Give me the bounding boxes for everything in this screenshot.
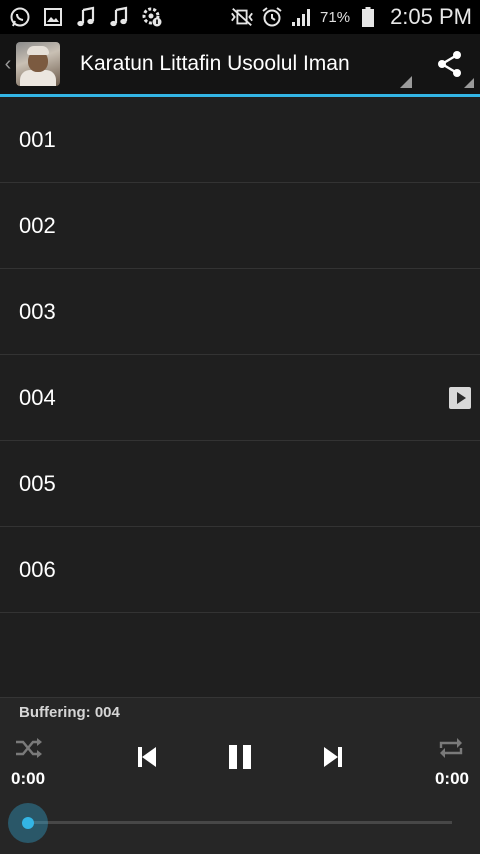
music-note-icon	[107, 5, 131, 29]
screen: 71% 2:05 PM ‹ Karatun Littafin Usoolul I…	[0, 0, 480, 854]
app-icon[interactable]	[16, 42, 60, 86]
settings-notification-icon	[140, 5, 164, 29]
seek-thumb-dot	[22, 817, 34, 829]
repeat-icon	[439, 738, 463, 758]
mute-vibrate-icon	[230, 5, 254, 29]
pause-button[interactable]	[224, 740, 256, 774]
image-icon	[41, 5, 65, 29]
repeat-button[interactable]	[436, 736, 466, 760]
list-item[interactable]: 001	[0, 97, 480, 183]
page-title: Karatun Littafin Usoolul Iman	[80, 52, 350, 75]
whatsapp-icon	[8, 5, 32, 29]
list-item[interactable]: 003	[0, 269, 480, 355]
track-label: 004	[19, 384, 56, 410]
seek-thumb[interactable]	[8, 803, 48, 843]
play-triangle	[456, 392, 466, 404]
list-item[interactable]: 004	[0, 355, 480, 441]
action-bar: ‹ Karatun Littafin Usoolul Iman	[0, 34, 480, 94]
spinner-indicator-icon	[400, 76, 412, 88]
previous-button[interactable]	[132, 742, 162, 772]
previous-icon	[138, 747, 156, 767]
track-label: 003	[19, 298, 56, 324]
back-chevron-icon[interactable]: ‹	[2, 34, 14, 94]
list-item[interactable]: 005	[0, 441, 480, 527]
status-bar-notifications	[0, 5, 164, 29]
app-icon-robe	[20, 70, 56, 86]
shuffle-icon	[16, 738, 42, 758]
alarm-icon	[260, 5, 284, 29]
list-item[interactable]: 002	[0, 183, 480, 269]
total-duration: 0:00	[434, 769, 469, 788]
pause-icon	[229, 745, 251, 769]
battery-percent: 71%	[320, 8, 351, 26]
track-label: 006	[19, 556, 56, 582]
share-spinner-indicator-icon	[464, 78, 474, 88]
signal-icon	[290, 5, 314, 29]
battery-icon	[356, 5, 380, 29]
track-label: 005	[19, 470, 56, 496]
track-label: 002	[19, 212, 56, 238]
share-icon	[438, 51, 461, 77]
track-label: 001	[19, 126, 56, 152]
now-playing-icon	[449, 387, 471, 409]
seek-bar[interactable]	[28, 821, 452, 824]
shuffle-button[interactable]	[12, 736, 46, 760]
status-bar: 71% 2:05 PM	[0, 0, 480, 34]
track-list: 001 002 003 004 005 006	[0, 97, 480, 613]
buffering-status: Buffering: 004	[19, 704, 120, 721]
elapsed-time: 0:00	[11, 769, 46, 788]
next-button[interactable]	[318, 742, 348, 772]
title-spinner[interactable]: Karatun Littafin Usoolul Iman	[60, 34, 420, 94]
list-item[interactable]: 006	[0, 527, 480, 613]
share-button[interactable]	[420, 34, 480, 94]
player-panel: Buffering: 004 0:00 0:00	[0, 697, 480, 854]
music-note-icon	[74, 5, 98, 29]
next-icon	[324, 747, 342, 767]
status-clock: 2:05 PM	[390, 4, 472, 29]
status-bar-system: 71% 2:05 PM	[230, 4, 480, 30]
app-icon-cap	[27, 46, 49, 55]
